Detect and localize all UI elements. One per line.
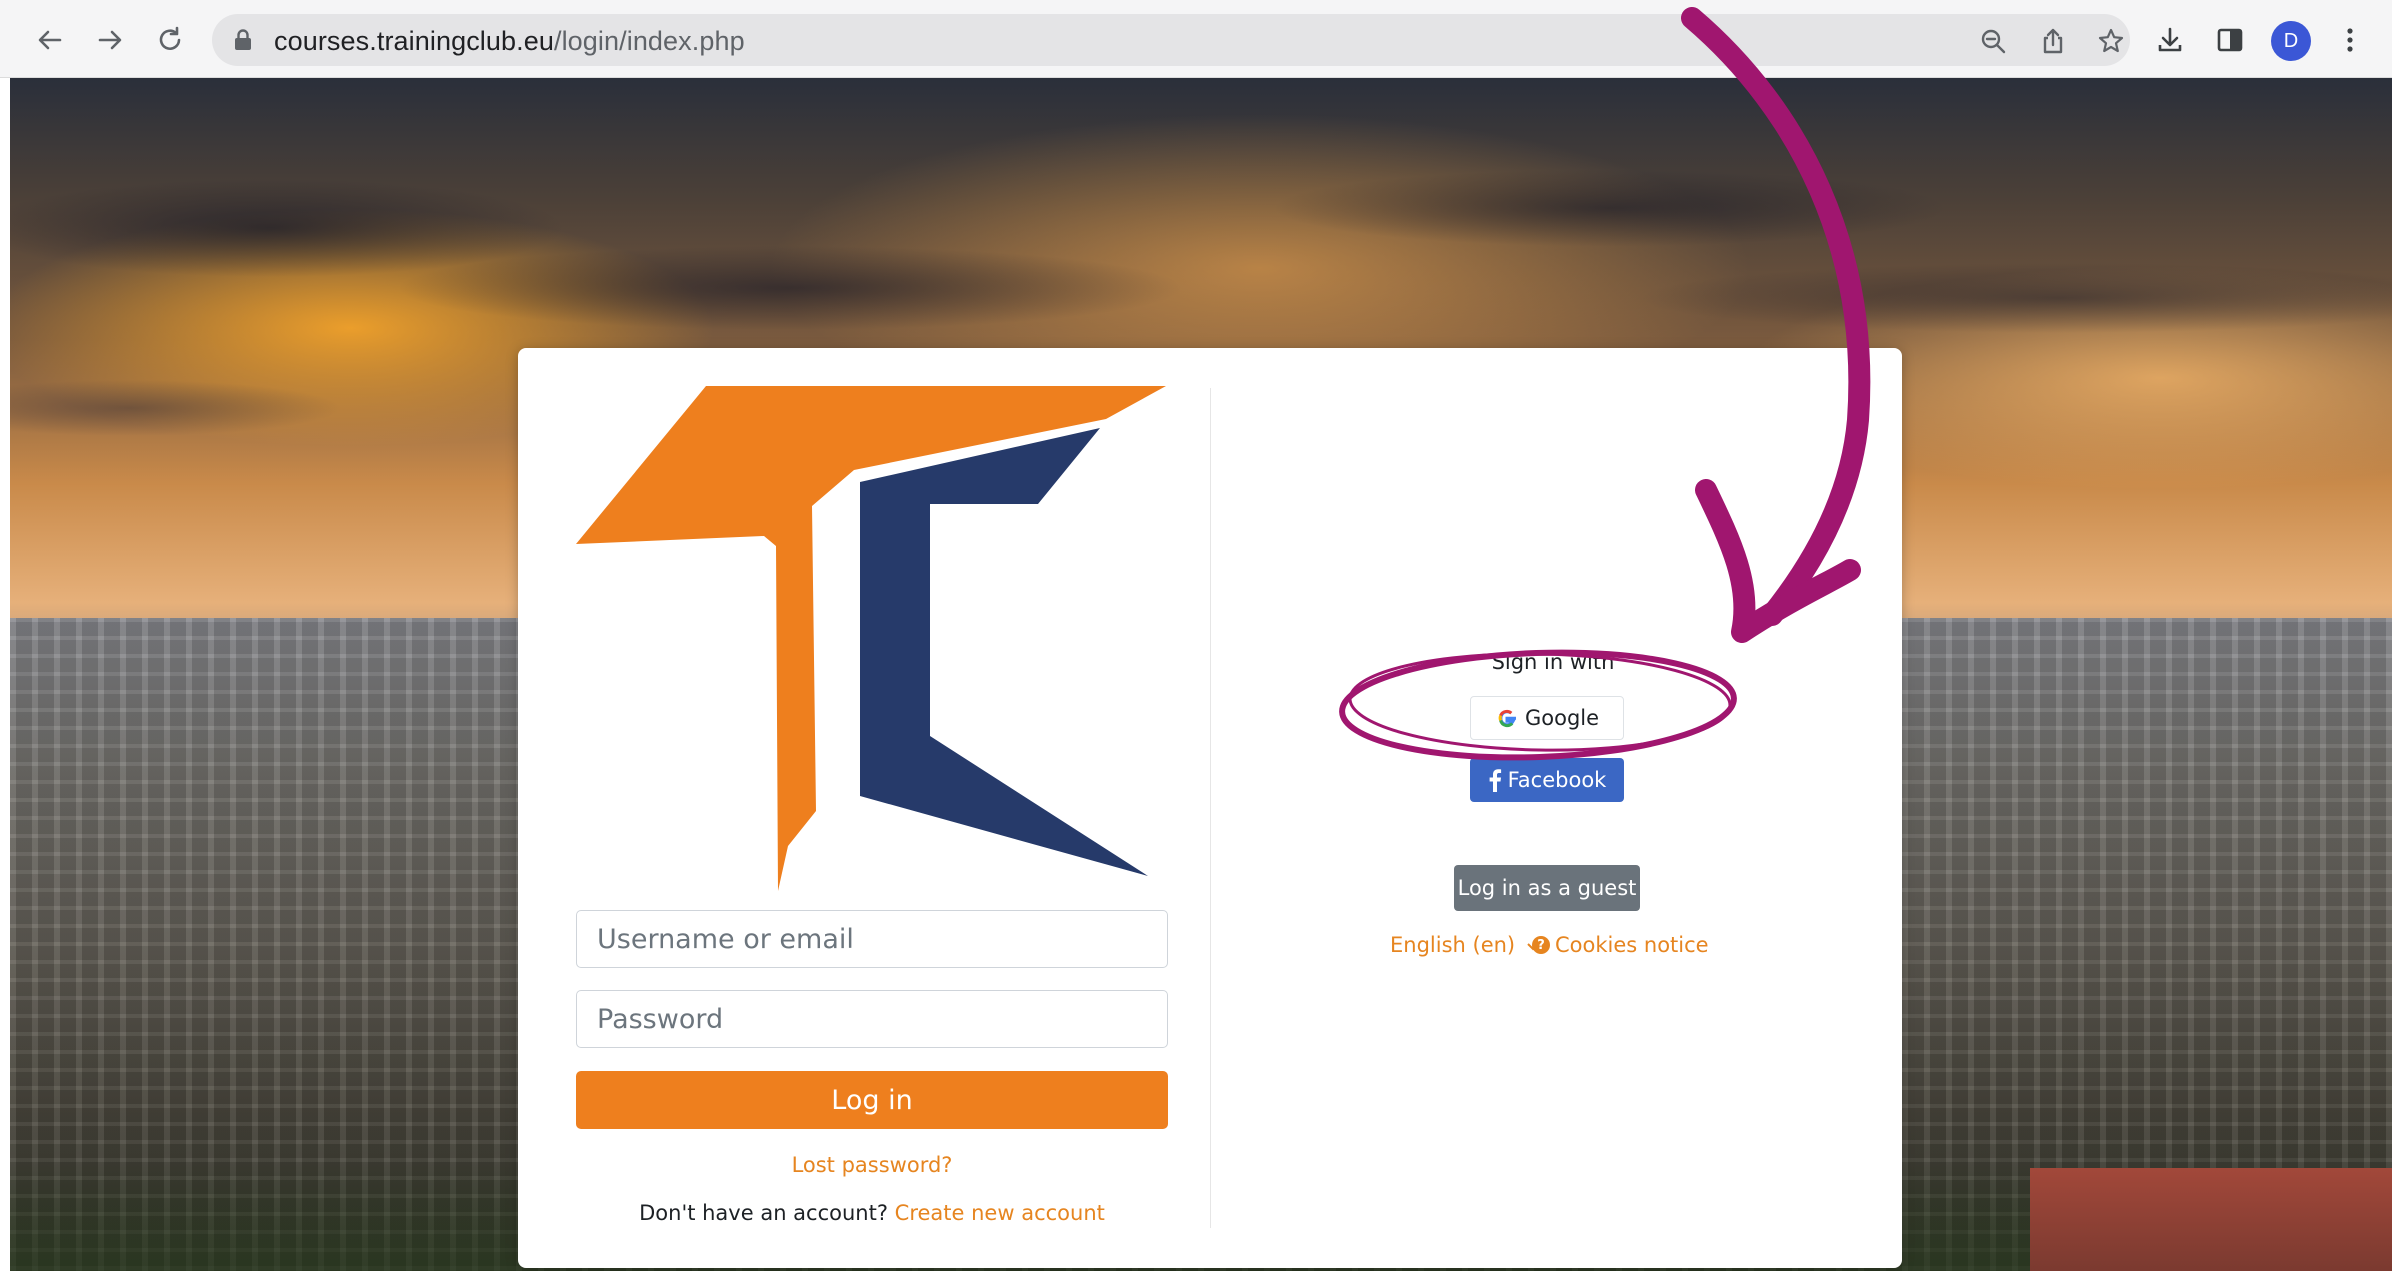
- kebab-menu-icon: [2347, 28, 2353, 52]
- url-path: /login/index.php: [553, 26, 745, 56]
- guest-login-button[interactable]: Log in as a guest: [1454, 865, 1640, 911]
- login-card: Log in Lost password? Don't have an acco…: [518, 348, 1902, 1268]
- profile-avatar[interactable]: D: [2271, 21, 2311, 61]
- lock-icon: [235, 29, 251, 50]
- forward-arrow-icon: [98, 30, 122, 50]
- reload-icon: [159, 26, 181, 50]
- page-background: Log in Lost password? Don't have an acco…: [10, 78, 2392, 1271]
- facebook-label: Facebook: [1507, 768, 1607, 792]
- browser-toolbar: courses.trainingclub.eu/login/index.php: [0, 0, 2392, 78]
- cookies-label: Cookies notice: [1555, 933, 1709, 957]
- signup-line: Don't have an account? Create new accoun…: [576, 1201, 1168, 1225]
- password-input[interactable]: [576, 990, 1168, 1048]
- login-button[interactable]: Log in: [576, 1071, 1168, 1129]
- training-club-logo: [576, 386, 1166, 891]
- facebook-signin-button[interactable]: Facebook: [1470, 758, 1624, 802]
- back-arrow-icon: [38, 30, 62, 50]
- star-icon: [2098, 28, 2124, 53]
- question-circle-icon: ?: [1532, 936, 1550, 954]
- side-panel-button[interactable]: [2212, 22, 2248, 58]
- google-label: Google: [1524, 706, 1600, 730]
- column-divider: [1210, 388, 1211, 1228]
- sign-in-with-label: Sign in with: [1491, 650, 1615, 674]
- username-input[interactable]: [576, 910, 1168, 968]
- reload-button[interactable]: [150, 20, 190, 60]
- share-button[interactable]: [2038, 26, 2068, 56]
- no-account-text: Don't have an account?: [639, 1201, 888, 1225]
- cookies-notice-link[interactable]: ? Cookies notice: [1532, 933, 1709, 957]
- url-text: courses.trainingclub.eu/login/index.php: [274, 26, 745, 57]
- google-icon: [1498, 709, 1516, 728]
- language-label: English (en): [1390, 933, 1516, 957]
- bookmark-button[interactable]: [2096, 26, 2126, 56]
- side-panel-icon: [2217, 28, 2243, 52]
- google-signin-button[interactable]: Google: [1470, 696, 1624, 740]
- download-icon: [2158, 27, 2182, 52]
- back-button[interactable]: [30, 20, 70, 60]
- zoom-out-icon: [1981, 29, 2006, 54]
- facebook-icon: [1489, 769, 1501, 792]
- url-host: courses.trainingclub.eu: [274, 26, 554, 56]
- forward-button[interactable]: [90, 20, 130, 60]
- language-selector[interactable]: English (en): [1390, 933, 1540, 957]
- zoom-button[interactable]: [1978, 26, 2008, 56]
- share-icon: [2043, 28, 2063, 54]
- red-roof-building: [2030, 1168, 2392, 1271]
- browser-menu-button[interactable]: [2332, 22, 2368, 58]
- downloads-button[interactable]: [2152, 22, 2188, 58]
- lost-password-link[interactable]: Lost password?: [576, 1153, 1168, 1177]
- create-account-link[interactable]: Create new account: [895, 1201, 1105, 1225]
- address-bar[interactable]: courses.trainingclub.eu/login/index.php: [212, 14, 2130, 66]
